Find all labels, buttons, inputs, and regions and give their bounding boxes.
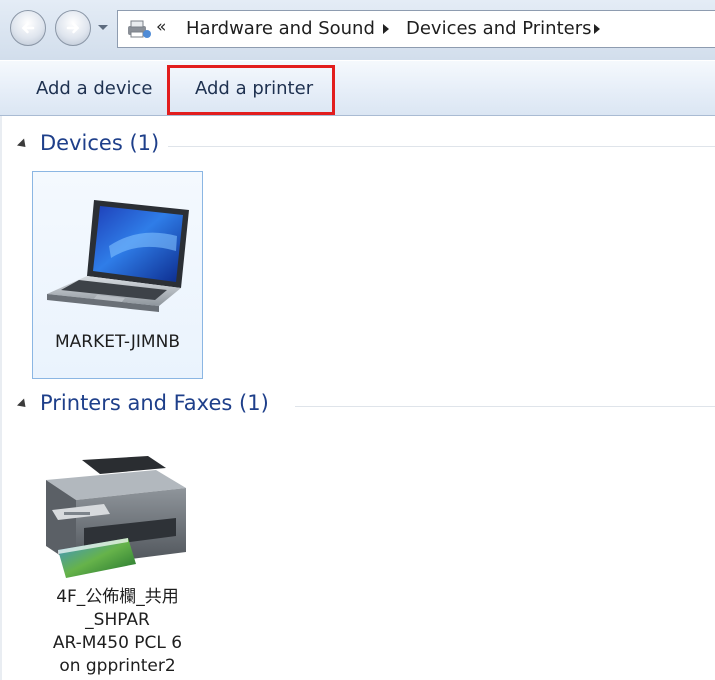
address-bar-region: « Hardware and Sound Devices and Printer…	[0, 0, 715, 60]
printers-group-label: Printers and Faxes	[40, 391, 233, 415]
back-button[interactable]	[10, 10, 46, 46]
recent-pages-dropdown-icon[interactable]	[97, 24, 109, 32]
printers-group-count: (1)	[239, 391, 269, 415]
printer-name-line: _SHPAR	[85, 610, 150, 630]
devices-group-header[interactable]: Devices (1)	[16, 131, 715, 161]
printer-tile[interactable]: 4F_公佈欄_共用 _SHPAR AR-M450 PCL 6 on gpprin…	[32, 440, 203, 680]
content-left-border	[0, 116, 2, 680]
printers-group-header[interactable]: Printers and Faxes (1)	[16, 391, 715, 421]
printers-group-title: Printers and Faxes (1)	[40, 391, 277, 415]
forward-arrow-icon	[66, 22, 80, 34]
printer-icon	[46, 456, 186, 578]
collapse-triangle-icon[interactable]	[16, 398, 30, 411]
device-tile-market-jimnb[interactable]: MARKET-JIMNB	[32, 171, 203, 379]
address-box[interactable]: « Hardware and Sound Devices and Printer…	[117, 10, 715, 48]
add-printer-highlight-box	[167, 65, 335, 115]
breadcrumb-hardware-and-sound[interactable]: Hardware and Sound	[186, 18, 375, 39]
group-divider	[168, 146, 715, 147]
devices-group-count: (1)	[129, 131, 160, 155]
breadcrumb-separator-icon[interactable]	[594, 24, 600, 34]
printer-name-line: 4F_公佈欄_共用	[56, 587, 179, 607]
breadcrumb-devices-and-printers[interactable]: Devices and Printers	[406, 18, 592, 39]
back-arrow-icon	[21, 22, 35, 34]
printer-name-line: AR-M450 PCL 6	[52, 633, 183, 653]
devices-and-printers-icon	[128, 20, 151, 38]
printer-name: 4F_公佈欄_共用 _SHPAR AR-M450 PCL 6 on gpprin…	[32, 586, 203, 678]
breadcrumb-separator-icon[interactable]	[383, 24, 389, 34]
command-bar: Add a device Add a printer	[0, 60, 715, 116]
forward-button[interactable]	[55, 10, 91, 46]
devices-group-label: Devices	[40, 131, 123, 155]
laptop-icon	[47, 200, 189, 312]
collapse-triangle-icon[interactable]	[16, 138, 30, 151]
group-divider	[295, 406, 715, 407]
add-device-button[interactable]: Add a device	[36, 78, 152, 99]
breadcrumb-overflow-chevron[interactable]: «	[156, 17, 166, 37]
printer-name-line: on gpprinter2	[59, 656, 176, 676]
devices-group-title: Devices (1)	[40, 131, 168, 155]
device-name: MARKET-JIMNB	[55, 332, 180, 352]
